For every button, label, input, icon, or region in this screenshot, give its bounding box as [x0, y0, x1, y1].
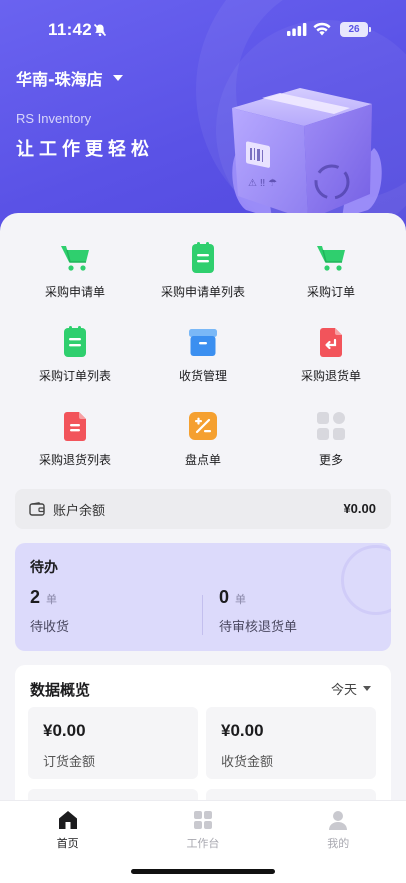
wifi-icon: [313, 22, 331, 36]
todo-unit: 单: [235, 593, 247, 606]
menu-label: 收货管理: [178, 369, 227, 383]
menu-label: 采购退货列表: [38, 453, 111, 467]
menu-label: 采购退货单: [300, 369, 361, 383]
menu-item-receiving[interactable]: 收货管理: [150, 317, 256, 401]
menu-item-more[interactable]: 更多: [256, 401, 406, 485]
menu-label: 采购申请单: [44, 285, 105, 299]
svg-text:⚠ ‼ ☂: ⚠ ‼ ☂: [248, 178, 277, 189]
battery-tip: [369, 27, 371, 32]
mute-bell-icon: [93, 23, 107, 37]
caret-down-icon: [363, 686, 371, 691]
balance-label: 账户余额: [53, 503, 106, 519]
percent-icon: [189, 412, 217, 440]
package-illustration: ⚠ ‼ ☂: [232, 88, 382, 220]
profile-icon: [329, 811, 348, 830]
caret-down-icon: [112, 75, 123, 81]
home-indicator: [131, 869, 275, 874]
stat-value: ¥0.00: [43, 721, 86, 740]
clock-decor: [341, 545, 391, 615]
menu-item-purchase-order[interactable]: 采购订单: [256, 233, 406, 317]
stat-receipt-amount[interactable]: ¥0.00 收货金额: [206, 707, 376, 779]
menu-item-purchase-order-list[interactable]: 采购订单列表: [0, 317, 150, 401]
tab-label: 工作台: [186, 837, 220, 850]
clipboard-icon: [64, 326, 86, 357]
menu-label: 盘点单: [184, 453, 221, 467]
box-icon: [189, 329, 217, 356]
clipboard-icon: [192, 242, 214, 273]
menu-item-purchase-request-list[interactable]: 采购申请单列表: [150, 233, 256, 317]
cellular-signal-icon: [287, 23, 307, 36]
menu-grid: 采购申请单 采购申请单列表 采购订单 采购订单列表 收货管理 采购退货单 采购退…: [0, 233, 406, 485]
menu-item-purchase-request[interactable]: 采购申请单: [0, 233, 150, 317]
menu-label: 采购订单列表: [38, 369, 111, 383]
brand-name: RS Inventory: [16, 111, 92, 126]
todo-unit: 单: [46, 593, 58, 606]
todo-pending-receipt[interactable]: 2单 待收货: [30, 587, 69, 635]
balance-amount: ¥0.00: [343, 501, 376, 516]
tab-label: 我的: [327, 837, 350, 850]
battery-indicator: 26: [340, 22, 368, 37]
todo-count: 2: [30, 587, 41, 607]
todo-label: 待审核退货单: [219, 620, 298, 635]
cart-icon: [61, 246, 89, 271]
todo-label: 待收货: [30, 620, 70, 635]
stat-value: ¥0.00: [221, 721, 264, 740]
home-icon: [58, 811, 77, 829]
status-bar: 11:42 26: [0, 0, 406, 60]
menu-item-stocktake[interactable]: 盘点单: [150, 401, 256, 485]
todo-count: 0: [219, 587, 230, 607]
period-label: 今天: [330, 683, 357, 698]
menu-label: 采购申请单列表: [160, 285, 245, 299]
store-name: 华南-珠海店: [16, 70, 103, 89]
account-balance-row[interactable]: 账户余额 ¥0.00: [15, 489, 391, 529]
store-selector[interactable]: 华南-珠海店: [16, 66, 123, 90]
tab-home[interactable]: 首页: [0, 801, 135, 883]
slogan: 让工作更轻松: [16, 139, 154, 160]
cart-icon: [317, 246, 345, 271]
stat-label: 订货金额: [43, 755, 96, 770]
divider: [202, 595, 203, 635]
status-time: 11:42: [48, 20, 93, 39]
tab-label: 首页: [56, 837, 79, 850]
menu-item-purchase-return-list[interactable]: 采购退货列表: [0, 401, 150, 485]
header-banner: 11:42 26 华南-珠海店 RS Inventory 让工作更轻松 ⚠ ‼ …: [0, 0, 406, 240]
stat-label: 收货金额: [221, 755, 274, 770]
todo-pending-return-review[interactable]: 0单 待审核退货单: [219, 587, 297, 635]
period-selector[interactable]: 今天: [331, 679, 371, 698]
todo-card: 待办 2单 待收货 0单 待审核退货单: [15, 543, 391, 651]
workbench-icon: [193, 811, 212, 829]
menu-label: 采购订单: [306, 285, 355, 299]
stat-order-amount[interactable]: ¥0.00 订货金额: [28, 707, 198, 779]
return-doc-icon: [320, 328, 342, 357]
content-sheet: 采购申请单 采购申请单列表 采购订单 采购订单列表 收货管理 采购退货单 采购退…: [0, 213, 406, 865]
todo-title: 待办: [30, 560, 58, 576]
wallet-icon: [29, 502, 45, 516]
menu-label: 更多: [318, 453, 343, 467]
doc-icon: [64, 412, 86, 441]
menu-item-purchase-return[interactable]: 采购退货单: [256, 317, 406, 401]
more-grid-icon: [317, 412, 345, 440]
tab-profile[interactable]: 我的: [271, 801, 406, 883]
overview-title: 数据概览: [30, 681, 91, 699]
